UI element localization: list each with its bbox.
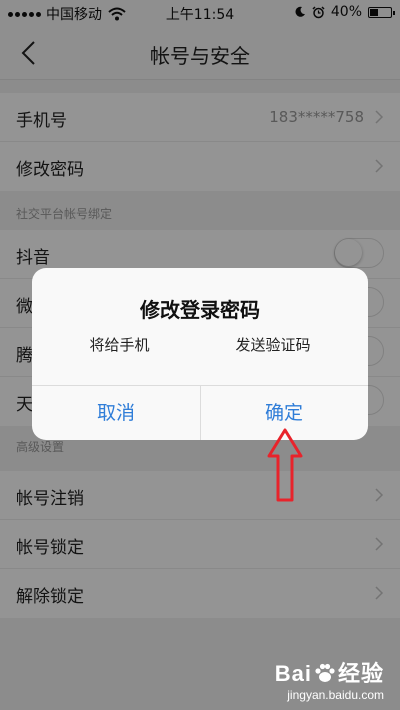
cancel-button[interactable]: 取消 [32, 386, 200, 440]
baidu-watermark: Bai 经验 jingyan.baidu.com [275, 656, 384, 702]
paw-icon [315, 663, 335, 682]
watermark-brand-cn: 经验 [337, 661, 384, 686]
dialog-message-prefix: 将给手机 [89, 336, 150, 354]
dialog-title: 修改登录密码 [140, 298, 260, 322]
annotation-arrow-up-icon [267, 428, 303, 502]
watermark-url: jingyan.baidu.com [287, 688, 384, 702]
dialog-message: 将给手机 发送验证码 [32, 334, 368, 355]
alert-dialog: 修改登录密码 将给手机 发送验证码 取消 确定 [32, 268, 368, 440]
watermark-brand-text: Bai [274, 661, 312, 686]
watermark-brand: Bai 经验 [275, 656, 384, 688]
masked-phone-number [149, 338, 236, 353]
dialog-message-suffix: 发送验证码 [235, 336, 311, 354]
